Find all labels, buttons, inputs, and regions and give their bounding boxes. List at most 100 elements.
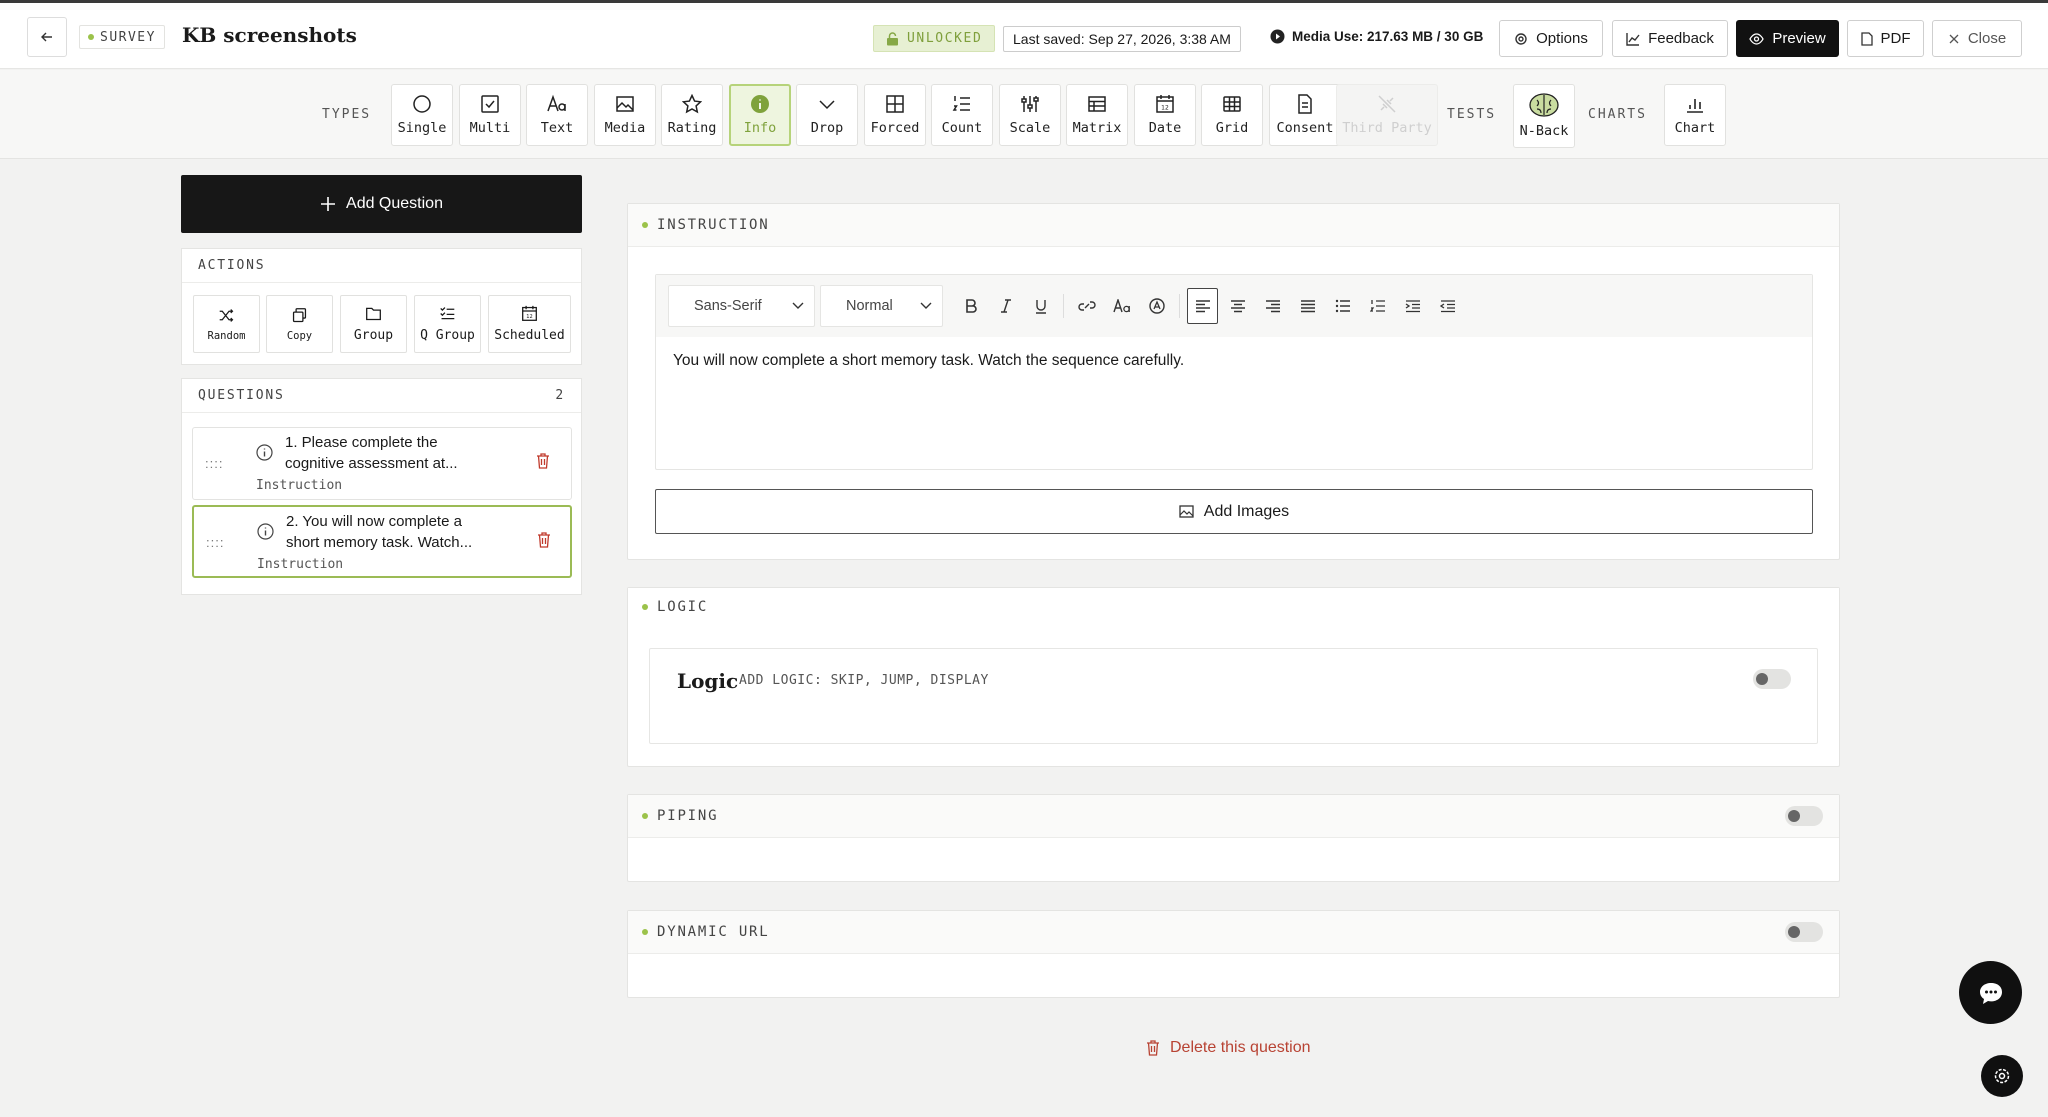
editor-toolbar: Sans-Serif Normal bbox=[656, 275, 1812, 337]
actions-header: ACTIONS bbox=[182, 249, 581, 283]
bold-button[interactable] bbox=[953, 288, 988, 324]
link-button[interactable] bbox=[1069, 288, 1104, 324]
type-tile-n-back[interactable]: N-Back bbox=[1513, 84, 1575, 148]
type-tile-text[interactable]: Text bbox=[526, 84, 588, 146]
settings-button[interactable] bbox=[1981, 1055, 2023, 1097]
type-tile-label: Media bbox=[604, 120, 646, 136]
type-tile-multi[interactable]: Multi bbox=[459, 84, 521, 146]
trash-icon[interactable] bbox=[537, 532, 551, 548]
unlocked-label: UNLOCKED bbox=[907, 31, 983, 46]
pdf-label: PDF bbox=[1880, 30, 1911, 47]
drag-handle-icon[interactable]: :::: bbox=[205, 456, 223, 471]
drag-handle-icon[interactable]: :::: bbox=[206, 535, 224, 550]
delete-question-button[interactable]: Delete this question bbox=[1146, 1039, 1311, 1057]
type-tile-label: Grid bbox=[1215, 120, 1249, 136]
add-question-button[interactable]: Add Question bbox=[181, 175, 582, 233]
type-tile-single[interactable]: Single bbox=[391, 84, 453, 146]
n-back-label: N-Back bbox=[1519, 123, 1569, 139]
font-family-select[interactable]: Sans-Serif bbox=[668, 285, 815, 327]
media-use: Media Use: 217.63 MB / 30 GB bbox=[1270, 29, 1483, 44]
charts-label: CHARTS bbox=[1588, 107, 1647, 122]
type-tile-date[interactable]: 12 Date bbox=[1134, 84, 1196, 146]
bullet-list-button[interactable] bbox=[1325, 288, 1360, 324]
trash-icon[interactable] bbox=[536, 453, 550, 469]
feedback-button[interactable]: Feedback bbox=[1612, 20, 1728, 57]
folder-icon bbox=[366, 307, 381, 321]
action-scheduled[interactable]: 12 Scheduled bbox=[488, 295, 571, 353]
numbered-list-button[interactable] bbox=[1360, 288, 1395, 324]
dynamic-url-label: DYNAMIC URL bbox=[657, 924, 770, 940]
action-q-group[interactable]: Q Group bbox=[414, 295, 481, 353]
logic-box: Logic ADD LOGIC: SKIP, JUMP, DISPLAY bbox=[649, 648, 1818, 744]
type-tile-matrix[interactable]: Matrix bbox=[1066, 84, 1128, 146]
piping-card: PIPING bbox=[627, 794, 1840, 882]
document-icon bbox=[1298, 94, 1312, 114]
dynamic-url-card: DYNAMIC URL bbox=[627, 910, 1840, 998]
logic-hint: ADD LOGIC: SKIP, JUMP, DISPLAY bbox=[739, 673, 989, 688]
outdent-button[interactable] bbox=[1430, 288, 1465, 324]
type-tile-scale[interactable]: Scale bbox=[999, 84, 1061, 146]
editor-content[interactable]: You will now complete a short memory tas… bbox=[656, 337, 1812, 385]
logic-header: LOGIC bbox=[628, 588, 1839, 626]
svg-text:12: 12 bbox=[526, 314, 532, 320]
add-images-label: Add Images bbox=[1203, 502, 1290, 520]
add-images-button[interactable]: Add Images bbox=[655, 489, 1813, 534]
indent-button[interactable] bbox=[1395, 288, 1430, 324]
action-label: Random bbox=[207, 329, 246, 342]
plus-icon bbox=[321, 197, 336, 211]
type-tile-drop[interactable]: Drop bbox=[796, 84, 858, 146]
info-icon bbox=[257, 523, 274, 540]
action-random[interactable]: Random bbox=[193, 295, 260, 353]
types-label: TYPES bbox=[322, 107, 372, 122]
back-button[interactable] bbox=[27, 17, 67, 57]
type-tile-media[interactable]: Media bbox=[594, 84, 656, 146]
mention-button[interactable] bbox=[1139, 288, 1174, 324]
type-tile-label: Matrix bbox=[1072, 120, 1122, 136]
type-tile-forced[interactable]: Forced bbox=[864, 84, 926, 146]
italic-button[interactable] bbox=[988, 288, 1023, 324]
instruction-card: INSTRUCTION Sans-Serif Normal You will n… bbox=[627, 203, 1840, 560]
type-tile-consent[interactable]: Consent bbox=[1269, 84, 1341, 146]
section-dot bbox=[642, 222, 648, 228]
close-button[interactable]: Close bbox=[1932, 20, 2022, 57]
piping-toggle[interactable] bbox=[1785, 806, 1823, 826]
align-left-button[interactable] bbox=[1187, 288, 1218, 324]
chat-button[interactable] bbox=[1959, 961, 2022, 1024]
font-style-button[interactable] bbox=[1104, 288, 1139, 324]
align-right-button[interactable] bbox=[1255, 288, 1290, 324]
action-label: Scheduled bbox=[494, 328, 565, 343]
type-tile-label: Drop bbox=[810, 120, 844, 136]
logic-toggle[interactable] bbox=[1753, 669, 1791, 689]
action-copy[interactable]: Copy bbox=[266, 295, 333, 353]
justify-button[interactable] bbox=[1290, 288, 1325, 324]
type-tile-count[interactable]: Count bbox=[931, 84, 993, 146]
type-tile-chart[interactable]: Chart bbox=[1664, 84, 1726, 146]
chevron-down-icon bbox=[792, 302, 804, 309]
question-text: 1. Please complete the cognitive assessm… bbox=[285, 434, 458, 472]
calendar-icon: 12 bbox=[522, 305, 537, 321]
align-center-button[interactable] bbox=[1220, 288, 1255, 324]
brain-icon bbox=[1529, 93, 1559, 117]
type-tile-label: Rating bbox=[667, 120, 717, 136]
questions-header: QUESTIONS 2 bbox=[182, 379, 581, 413]
question-list-item[interactable]: :::: 1. Please complete the cognitive as… bbox=[192, 427, 572, 500]
options-label: Options bbox=[1536, 30, 1588, 47]
options-button[interactable]: Options bbox=[1499, 20, 1603, 57]
question-list-item[interactable]: :::: 2. You will now complete a short me… bbox=[192, 505, 572, 578]
outdent-icon bbox=[1439, 300, 1455, 313]
preview-button[interactable]: Preview bbox=[1736, 20, 1839, 57]
pdf-button[interactable]: PDF bbox=[1847, 20, 1924, 57]
gear-icon bbox=[1994, 1068, 2010, 1084]
type-tile-info[interactable]: Info bbox=[729, 84, 791, 146]
dynamic-url-toggle[interactable] bbox=[1785, 922, 1823, 942]
lock-icon bbox=[887, 31, 898, 45]
underline-button[interactable] bbox=[1023, 288, 1058, 324]
action-label: Q Group bbox=[420, 328, 475, 343]
type-tile-grid[interactable]: Grid bbox=[1201, 84, 1263, 146]
bold-icon bbox=[965, 299, 977, 313]
type-tile-rating[interactable]: Rating bbox=[661, 84, 723, 146]
checkbox-icon bbox=[481, 95, 499, 113]
action-group[interactable]: Group bbox=[340, 295, 407, 353]
underline-icon bbox=[1035, 299, 1046, 314]
font-size-select[interactable]: Normal bbox=[820, 285, 943, 327]
